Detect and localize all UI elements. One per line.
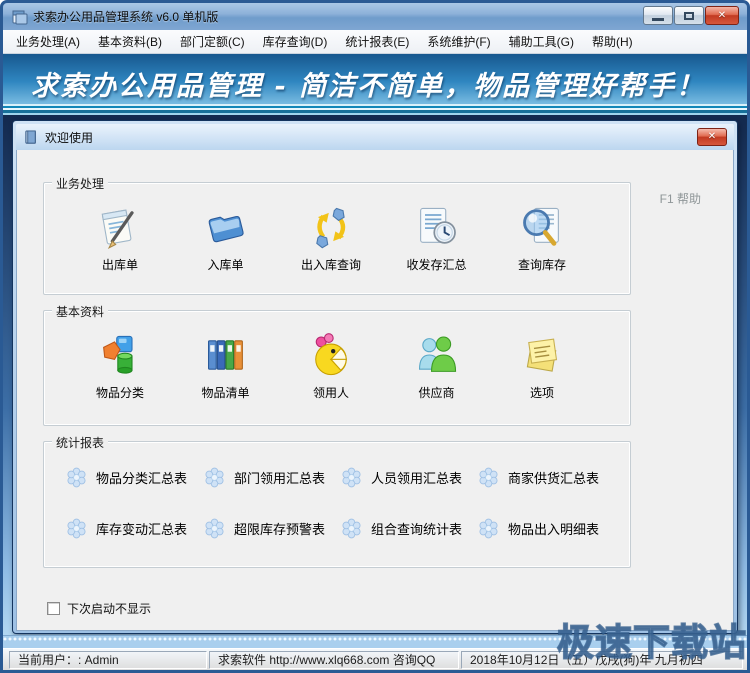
smiley-icon xyxy=(307,331,355,379)
report-label: 超限库存预警表 xyxy=(234,519,325,538)
report-label: 库存变动汇总表 xyxy=(96,519,187,538)
report-label: 物品出入明细表 xyxy=(508,519,599,538)
shortcut-item-list[interactable]: 物品清单 xyxy=(176,331,276,401)
group-reports: 统计报表 物品分类汇总表 部门领用汇总表 人员领用汇总表 xyxy=(43,441,631,568)
maximize-button[interactable] xyxy=(674,6,704,25)
report-dept-usage[interactable]: 部门领用汇总表 xyxy=(204,467,341,488)
sticky-notes-icon xyxy=(518,331,566,379)
report-stock-change[interactable]: 库存变动汇总表 xyxy=(66,518,204,539)
shortcut-label: 入库单 xyxy=(207,256,243,273)
report-vendor-supply[interactable]: 商家供货汇总表 xyxy=(478,467,624,488)
banner: 求索办公用品管理 - 简洁不简单，物品管理好帮手！ xyxy=(3,54,747,115)
window-title: 求索办公用品管理系统 v6.0 单机版 xyxy=(33,8,218,25)
snowflake-icon xyxy=(478,467,499,488)
snowflake-icon xyxy=(66,467,87,488)
app-window: 求索办公用品管理系统 v6.0 单机版 ✕ 业务处理(A) 基本资料(B) 部门… xyxy=(0,0,750,673)
doc-clock-icon xyxy=(413,203,461,251)
menu-maintenance[interactable]: 系统维护(F) xyxy=(418,29,499,54)
shortcut-label: 查询库存 xyxy=(518,256,566,273)
menu-help[interactable]: 帮助(H) xyxy=(583,29,642,54)
group-reports-title: 统计报表 xyxy=(52,434,108,451)
maximize-icon xyxy=(684,12,694,20)
report-stock-alert[interactable]: 超限库存预警表 xyxy=(204,518,341,539)
minimize-icon xyxy=(652,18,664,21)
status-date: 2018年10月12日（五）戊戌(狗)年 九月初四 xyxy=(461,651,743,669)
dialog-close-icon: ✕ xyxy=(708,131,716,142)
group-basic-title: 基本资料 xyxy=(52,303,108,320)
menu-business[interactable]: 业务处理(A) xyxy=(7,29,89,54)
shortcut-options[interactable]: 选项 xyxy=(492,331,592,401)
menu-reports[interactable]: 统计报表(E) xyxy=(336,29,418,54)
report-combo-query[interactable]: 组合查询统计表 xyxy=(341,518,478,539)
shortcut-in-out-query[interactable]: 出入库查询 xyxy=(281,203,381,273)
shortcut-label: 选项 xyxy=(530,384,554,401)
report-item-detail[interactable]: 物品出入明细表 xyxy=(478,518,624,539)
menu-basic-data[interactable]: 基本资料(B) xyxy=(89,29,171,54)
banner-slogan: 求索办公用品管理 - 简洁不简单，物品管理好帮手！ xyxy=(31,64,705,103)
window-titlebar: 求索办公用品管理系统 v6.0 单机版 ✕ xyxy=(3,3,747,30)
doc-magnifier-icon xyxy=(518,203,566,251)
checkbox-label: 下次启动不显示 xyxy=(67,600,151,617)
report-label: 物品分类汇总表 xyxy=(96,468,187,487)
shortcut-label: 出库单 xyxy=(102,256,138,273)
report-label: 商家供货汇总表 xyxy=(508,468,599,487)
client-bottom-strip xyxy=(3,635,747,648)
dialog-title: 欢迎使用 xyxy=(45,129,93,146)
shortcut-stock-summary[interactable]: 收发存汇总 xyxy=(387,203,487,273)
welcome-dialog: 欢迎使用 ✕ F1 帮助 业务处理 xyxy=(12,120,738,634)
report-label: 组合查询统计表 xyxy=(371,519,462,538)
snowflake-icon xyxy=(66,518,87,539)
report-label: 人员领用汇总表 xyxy=(371,468,462,487)
mdi-client-area: 欢迎使用 ✕ F1 帮助 业务处理 xyxy=(3,115,747,648)
dialog-icon xyxy=(24,130,39,145)
shortcut-label: 出入库查询 xyxy=(301,256,361,273)
shortcut-outbound-order[interactable]: 出库单 xyxy=(70,203,170,273)
shortcut-inbound-order[interactable]: 入库单 xyxy=(176,203,276,273)
dialog-titlebar: 欢迎使用 ✕ xyxy=(16,124,734,150)
folder-icon xyxy=(202,203,250,251)
note-pencil-icon xyxy=(96,203,144,251)
snowflake-icon xyxy=(341,467,362,488)
dialog-body: F1 帮助 业务处理 xyxy=(16,150,734,631)
menubar: 业务处理(A) 基本资料(B) 部门定额(C) 库存查询(D) 统计报表(E) … xyxy=(3,30,747,54)
shortcut-requisitioner[interactable]: 领用人 xyxy=(281,331,381,401)
group-business-title: 业务处理 xyxy=(52,175,108,192)
help-hint: F1 帮助 xyxy=(660,190,701,207)
snowflake-icon xyxy=(478,518,499,539)
menu-stock-query[interactable]: 库存查询(D) xyxy=(254,29,337,54)
shortcut-label: 物品清单 xyxy=(201,384,249,401)
close-button[interactable]: ✕ xyxy=(705,6,739,25)
status-vendor-info: 求索软件 http://www.xlq668.com 咨询QQ xyxy=(209,651,459,669)
dont-show-again-checkbox[interactable]: 下次启动不显示 xyxy=(47,600,151,617)
banner-stripes xyxy=(3,104,747,115)
snowflake-icon xyxy=(341,518,362,539)
close-icon: ✕ xyxy=(718,11,726,21)
report-label: 部门领用汇总表 xyxy=(234,468,325,487)
app-window-icon xyxy=(12,9,28,25)
buddies-icon xyxy=(413,331,461,379)
snowflake-icon xyxy=(204,467,225,488)
shortcut-item-category[interactable]: 物品分类 xyxy=(70,331,170,401)
menu-tools[interactable]: 辅助工具(G) xyxy=(500,29,583,54)
binders-icon xyxy=(202,331,250,379)
group-business: 业务处理 出库 xyxy=(43,182,631,295)
checkbox-box xyxy=(47,602,60,615)
status-current-user: 当前用户：: Admin xyxy=(9,651,207,669)
shapes-icon xyxy=(96,331,144,379)
menu-dept-quota[interactable]: 部门定额(C) xyxy=(171,29,254,54)
shortcut-label: 物品分类 xyxy=(96,384,144,401)
dialog-close-button[interactable]: ✕ xyxy=(697,128,727,146)
shortcut-label: 供应商 xyxy=(418,384,454,401)
sync-arrows-icon xyxy=(307,203,355,251)
shortcut-query-stock[interactable]: 查询库存 xyxy=(492,203,592,273)
report-category-summary[interactable]: 物品分类汇总表 xyxy=(66,467,204,488)
group-basic-data: 基本资料 物品分类 xyxy=(43,310,631,426)
snowflake-icon xyxy=(204,518,225,539)
shortcut-label: 领用人 xyxy=(313,384,349,401)
minimize-button[interactable] xyxy=(643,6,673,25)
statusbar: 当前用户：: Admin 求索软件 http://www.xlq668.com … xyxy=(3,648,747,670)
shortcut-label: 收发存汇总 xyxy=(406,256,466,273)
report-person-usage[interactable]: 人员领用汇总表 xyxy=(341,467,478,488)
shortcut-supplier[interactable]: 供应商 xyxy=(387,331,487,401)
